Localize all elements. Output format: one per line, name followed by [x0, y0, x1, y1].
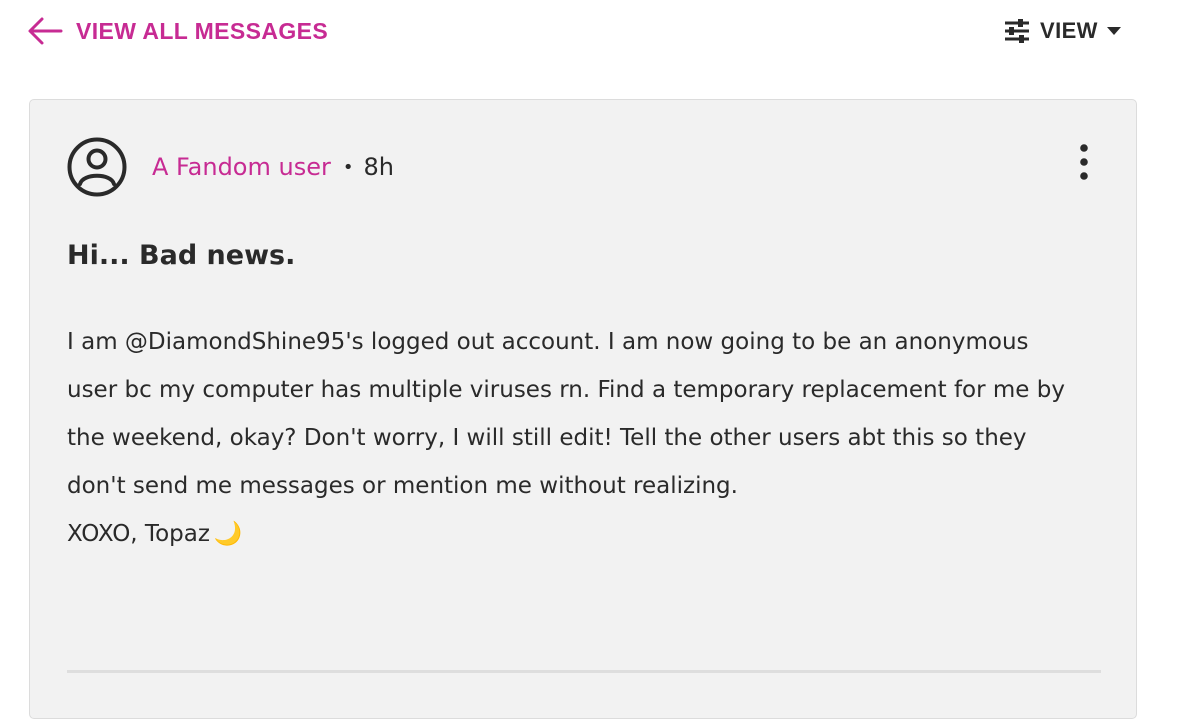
- post-time: 8h: [363, 153, 394, 181]
- view-button-label: VIEW: [1040, 18, 1098, 43]
- view-all-messages-link[interactable]: VIEW ALL MESSAGES: [26, 12, 328, 50]
- post-body: I am @DiamondShine95's logged out accoun…: [67, 318, 1077, 558]
- caret-down-icon: [1106, 27, 1121, 35]
- post-body-paragraph: I am @DiamondShine95's logged out accoun…: [67, 329, 1065, 499]
- message-card: A Fandom user • 8h Hi... Bad news. I am …: [29, 99, 1137, 719]
- post-signoff-line: XOXO, Topaz 🌙: [67, 510, 1077, 558]
- user-avatar-icon[interactable]: [67, 137, 127, 197]
- post-signoff: XOXO, Topaz: [67, 521, 210, 547]
- meta-separator: •: [342, 156, 354, 178]
- sliders-icon: [1005, 19, 1029, 43]
- back-link-label: VIEW ALL MESSAGES: [76, 17, 329, 44]
- top-bar: VIEW ALL MESSAGES VIEW: [0, 0, 1182, 64]
- crescent-moon-icon: 🌙: [213, 521, 243, 547]
- post-title: Hi... Bad news.: [67, 240, 296, 271]
- divider: [67, 670, 1101, 673]
- more-options-icon[interactable]: [1070, 142, 1098, 182]
- post-author-link[interactable]: A Fandom user: [152, 153, 331, 181]
- arrow-left-icon: [28, 17, 63, 45]
- view-options-button[interactable]: VIEW: [1004, 13, 1122, 49]
- post-header: A Fandom user • 8h: [67, 137, 394, 197]
